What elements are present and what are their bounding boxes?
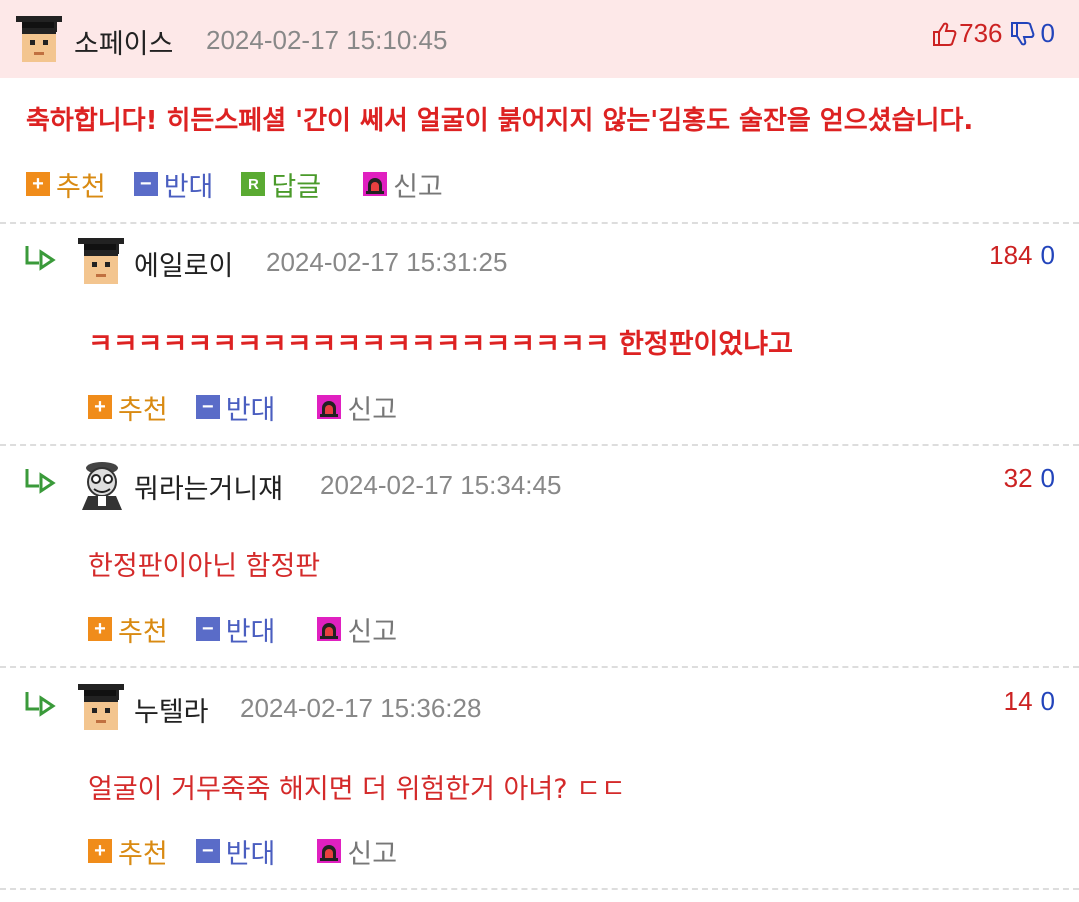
report-button[interactable]: 신고: [363, 165, 443, 204]
siren-icon: [317, 617, 342, 641]
oppose-button[interactable]: − 반대: [195, 388, 276, 427]
upvote-count: 736: [959, 18, 1003, 48]
reply-arrow-icon: [25, 246, 56, 271]
upvote-count: 14: [1003, 686, 1033, 716]
comment-text: 한정판이아닌 함정판: [88, 551, 321, 582]
oppose-label: 반대: [225, 838, 276, 870]
comment-date: 2024-02-17 15:10:45: [206, 25, 448, 55]
thumbs-up-icon: [933, 22, 957, 46]
reply-button[interactable]: R 답글: [241, 165, 321, 204]
comment-author[interactable]: 에일로이: [134, 244, 233, 283]
siren-icon: [317, 839, 342, 863]
comment-author[interactable]: 소페이스: [74, 22, 173, 61]
upvote-count: 184: [989, 240, 1033, 270]
report-button[interactable]: 신고: [317, 610, 397, 649]
comment-text: ㅋㅋㅋㅋㅋㅋㅋㅋㅋㅋㅋㅋㅋㅋㅋㅋㅋㅋㅋㅋㅋ 한정판이었냐고: [88, 329, 793, 360]
cartoon-avatar-icon: [82, 462, 122, 510]
siren-icon: [317, 395, 342, 419]
vote-counts: 184 0: [989, 240, 1055, 271]
minus-icon: −: [133, 172, 158, 196]
plus-icon: +: [88, 617, 112, 641]
downvote-count: 0: [1040, 18, 1055, 48]
graduate-avatar-icon: [16, 16, 62, 62]
vote-counts: 32 0: [1004, 463, 1055, 494]
vote-counts: 736 0: [931, 18, 1055, 49]
minus-icon: −: [195, 839, 220, 863]
oppose-button[interactable]: − 반대: [133, 165, 214, 204]
thumbs-down-icon: [1010, 21, 1034, 45]
reply-label: 답글: [271, 171, 322, 203]
recommend-button[interactable]: + 추천: [88, 610, 168, 649]
downvote-count: 0: [1040, 686, 1055, 716]
reply-arrow-icon: [25, 692, 56, 717]
recommend-label: 추천: [118, 838, 168, 870]
comment-actions: + 추천 − 반대 R 답글 신고: [26, 165, 471, 204]
minus-icon: −: [195, 395, 220, 419]
report-label: 신고: [347, 394, 398, 426]
recommend-button[interactable]: + 추천: [26, 165, 106, 204]
comment-text: 축하합니다! 히든스페셜 '간이 쎄서 얼굴이 붉어지지 않는'김홍도 술잔을 …: [26, 106, 974, 136]
divider: [0, 666, 1079, 668]
report-button[interactable]: 신고: [317, 832, 397, 871]
report-label: 신고: [393, 171, 443, 203]
divider: [0, 444, 1079, 446]
reply-arrow-icon: [25, 469, 56, 494]
downvote-count: 0: [1040, 463, 1055, 493]
recommend-button[interactable]: + 추천: [88, 832, 168, 871]
graduate-avatar-icon: [78, 684, 124, 730]
comment-date: 2024-02-17 15:36:28: [240, 693, 482, 723]
comment-date: 2024-02-17 15:31:25: [266, 247, 508, 277]
minus-icon: −: [195, 617, 220, 641]
oppose-label: 반대: [225, 616, 276, 648]
upvote-count: 32: [1003, 463, 1033, 493]
recommend-label: 추천: [118, 616, 168, 648]
oppose-button[interactable]: − 반대: [195, 832, 276, 871]
plus-icon: +: [26, 172, 50, 196]
graduate-avatar-icon: [78, 238, 124, 284]
report-label: 신고: [347, 616, 398, 648]
oppose-label: 반대: [225, 394, 276, 426]
comment-actions: + 추천 − 반대 신고: [88, 832, 425, 871]
divider: [0, 888, 1079, 890]
oppose-label: 반대: [163, 171, 214, 203]
recommend-label: 추천: [56, 171, 106, 203]
siren-icon: [363, 172, 388, 196]
vote-counts: 14 0: [1004, 686, 1055, 717]
recommend-button[interactable]: + 추천: [88, 388, 168, 427]
report-button[interactable]: 신고: [317, 388, 397, 427]
report-label: 신고: [347, 838, 398, 870]
recommend-label: 추천: [118, 394, 168, 426]
comment-actions: + 추천 − 반대 신고: [88, 610, 425, 649]
comment-actions: + 추천 − 반대 신고: [88, 388, 425, 427]
divider: [0, 222, 1079, 224]
plus-icon: +: [88, 839, 112, 863]
oppose-button[interactable]: − 반대: [195, 610, 276, 649]
comment-date: 2024-02-17 15:34:45: [320, 470, 562, 500]
comment-author[interactable]: 뭐라는거니쟤: [134, 467, 283, 506]
comment-author[interactable]: 누텔라: [134, 690, 209, 729]
reply-icon: R: [241, 172, 266, 196]
comment-text: 얼굴이 거무죽죽 해지면 더 위험한거 아녀? ㄷㄷ: [88, 774, 626, 805]
plus-icon: +: [88, 395, 112, 419]
downvote-count: 0: [1040, 240, 1055, 270]
